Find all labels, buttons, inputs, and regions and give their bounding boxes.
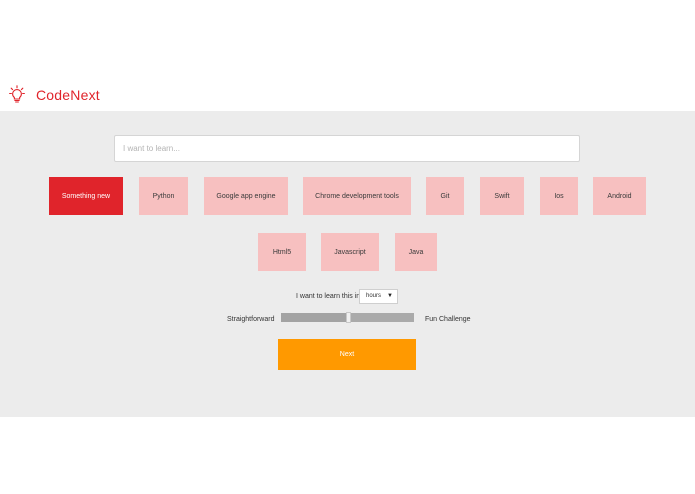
difficulty-row: Straightforward Fun Challenge: [0, 312, 695, 326]
tag-swift[interactable]: Swift: [480, 177, 524, 215]
tag-git[interactable]: Git: [426, 177, 464, 215]
next-button[interactable]: Next: [278, 339, 416, 370]
time-unit-value: hours: [366, 293, 382, 299]
header: CodeNext: [0, 82, 695, 110]
slider-fill: [281, 313, 348, 322]
tag-javascript[interactable]: Javascript: [321, 233, 379, 271]
difficulty-right-label: Fun Challenge: [425, 316, 471, 323]
tag-something-new[interactable]: Something new: [49, 177, 123, 215]
main-panel: Something new Python Google app engine C…: [0, 111, 695, 417]
tag-java[interactable]: Java: [395, 233, 437, 271]
time-unit-label: I want to learn this in:: [296, 293, 363, 300]
tag-android[interactable]: Android: [593, 177, 646, 215]
lightbulb-icon: [9, 85, 25, 103]
tag-chrome-development-tools[interactable]: Chrome development tools: [303, 177, 411, 215]
tag-google-app-engine[interactable]: Google app engine: [204, 177, 288, 215]
slider-thumb[interactable]: [345, 312, 351, 323]
search-input[interactable]: [114, 135, 580, 162]
time-unit-row: I want to learn this in: hours ▼: [0, 289, 695, 305]
tag-python[interactable]: Python: [139, 177, 188, 215]
time-unit-select[interactable]: hours ▼: [359, 289, 398, 304]
difficulty-slider[interactable]: [281, 312, 414, 323]
tag-html5[interactable]: Html5: [258, 233, 306, 271]
caret-down-icon: ▼: [387, 293, 393, 299]
brand-name: CodeNext: [36, 87, 100, 103]
difficulty-left-label: Straightforward: [227, 316, 275, 323]
tag-ios[interactable]: Ios: [540, 177, 578, 215]
